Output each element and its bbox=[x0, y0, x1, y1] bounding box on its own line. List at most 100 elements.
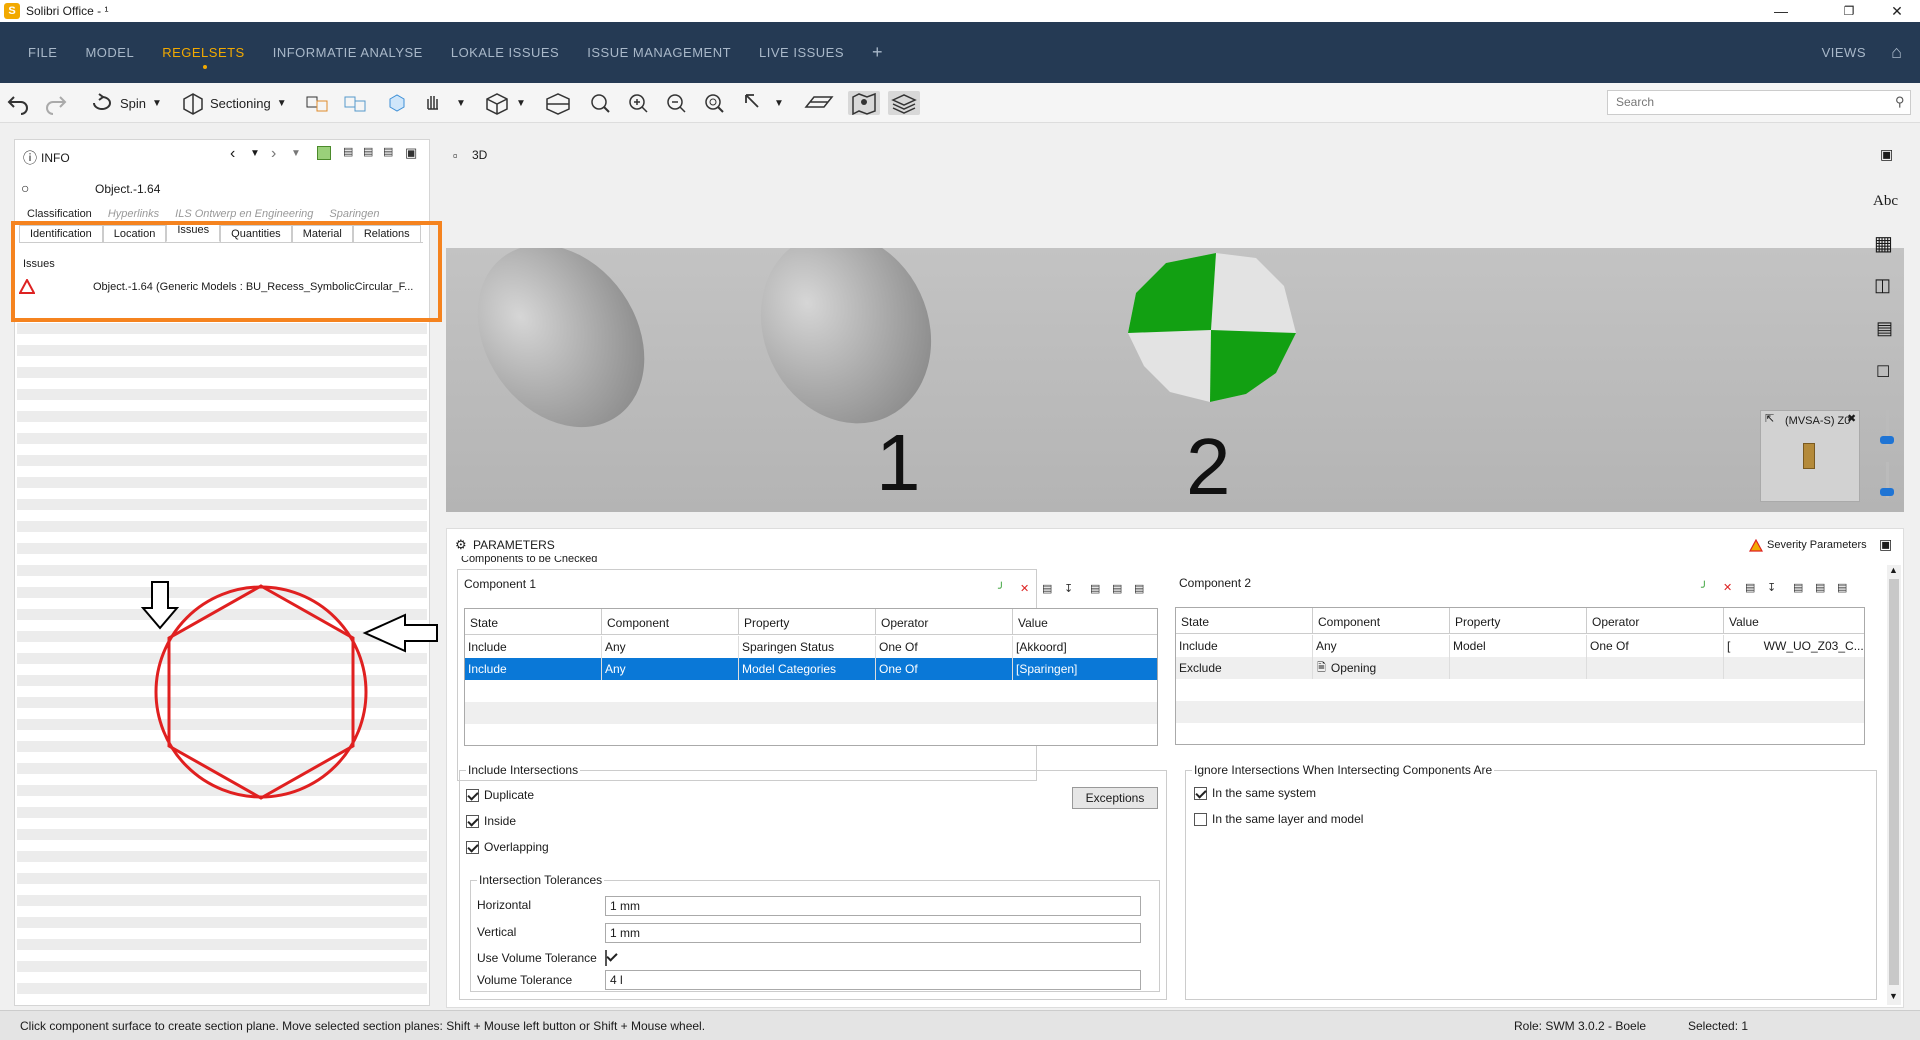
column-header[interactable]: Component bbox=[602, 609, 739, 634]
column-header[interactable]: State bbox=[1176, 608, 1313, 633]
scroll-up-icon[interactable]: ▲ bbox=[1889, 565, 1898, 575]
cube-button[interactable] bbox=[386, 91, 408, 115]
section-box-button[interactable] bbox=[544, 91, 572, 115]
remove-row-icon[interactable]: ✕ bbox=[1020, 582, 1029, 595]
column-header[interactable]: Value bbox=[1724, 608, 1864, 633]
lock-icon[interactable]: ☐ bbox=[1876, 362, 1890, 382]
use-volume-tolerance-checkbox[interactable] bbox=[605, 950, 607, 966]
download-icon[interactable]: ↧ bbox=[1767, 581, 1776, 594]
pointer-tool-dropdown[interactable]: ▼ bbox=[742, 91, 784, 115]
print-icon[interactable]: ▤ bbox=[383, 145, 393, 158]
search-icon[interactable]: ⚲ bbox=[1895, 94, 1905, 110]
table-row[interactable]: Include Any Model Categories One Of [Spa… bbox=[465, 658, 1157, 680]
box-view-dropdown[interactable]: ▼ bbox=[484, 91, 526, 115]
open-folder-icon[interactable]: ▤ bbox=[1042, 582, 1052, 595]
tab-ils-ontwerp[interactable]: ILS Ontwerp en Engineering bbox=[167, 208, 321, 222]
views-icon[interactable]: ⌂ bbox=[1891, 42, 1902, 63]
table-row[interactable]: Exclude 🗎 Opening bbox=[1176, 657, 1864, 679]
vertical-input[interactable]: 1 mm bbox=[605, 923, 1141, 943]
model-view-button[interactable] bbox=[304, 91, 332, 115]
floor-plan-button[interactable] bbox=[804, 91, 834, 115]
recess-ellipse-left[interactable] bbox=[446, 244, 679, 459]
minimap-expand-icon[interactable]: ⇱ bbox=[1765, 412, 1774, 425]
slider-handle[interactable] bbox=[1880, 488, 1894, 496]
remove-row-icon[interactable]: ✕ bbox=[1723, 581, 1732, 594]
severity-parameters-link[interactable]: Severity Parameters bbox=[1767, 539, 1867, 551]
column-header[interactable]: Property bbox=[1450, 608, 1587, 633]
parameters-scrollbar[interactable]: ▲ ▼ bbox=[1887, 565, 1901, 1005]
text-annotation-tool[interactable]: Abc bbox=[1873, 193, 1898, 210]
print-icon[interactable]: ▤ bbox=[1815, 581, 1825, 594]
selected-recess[interactable] bbox=[1128, 253, 1296, 402]
column-header[interactable]: Operator bbox=[1587, 608, 1724, 633]
menu-live-issues[interactable]: LIVE ISSUES bbox=[759, 45, 844, 60]
close-icon[interactable]: ✖ bbox=[1847, 412, 1856, 425]
menu-informatie-analyse[interactable]: INFORMATIE ANALYSE bbox=[273, 45, 423, 60]
export-icon[interactable]: ◫ bbox=[1874, 275, 1891, 296]
layers-button[interactable] bbox=[888, 91, 920, 115]
horizontal-input[interactable]: 1 mm bbox=[605, 896, 1141, 916]
download-icon[interactable]: ↧ bbox=[1064, 582, 1073, 595]
restore-button[interactable]: ❐ bbox=[1826, 0, 1872, 22]
tree-icon[interactable]: ▤ bbox=[343, 145, 353, 158]
recess-ellipse-middle[interactable] bbox=[730, 232, 961, 451]
tab-sparingen[interactable]: Sparingen bbox=[321, 208, 387, 222]
pdf-icon[interactable]: ▤ bbox=[1876, 318, 1893, 339]
zoom-out-button[interactable] bbox=[664, 91, 688, 115]
menu-regelsets[interactable]: REGELSETS bbox=[162, 45, 245, 69]
minimize-button[interactable]: — bbox=[1758, 0, 1804, 22]
chevron-down-icon[interactable]: ▼ bbox=[250, 148, 260, 159]
maximize-icon[interactable]: ▣ bbox=[405, 145, 417, 161]
volume-tolerance-input[interactable]: 4 l bbox=[605, 970, 1141, 990]
slider-handle[interactable] bbox=[1880, 436, 1894, 444]
zoom-selected-button[interactable] bbox=[702, 91, 726, 115]
search-input[interactable]: Search bbox=[1607, 90, 1911, 115]
zoom-fit-button[interactable] bbox=[588, 91, 612, 115]
grid-icon[interactable]: ▦ bbox=[1874, 231, 1893, 256]
open-folder-icon[interactable]: ▤ bbox=[1745, 581, 1755, 594]
copy-icon[interactable]: ▤ bbox=[363, 145, 373, 158]
maximize-icon[interactable]: ▣ bbox=[1879, 536, 1892, 553]
exceptions-button[interactable]: Exceptions bbox=[1072, 787, 1158, 809]
hand-tool-dropdown[interactable]: ▼ bbox=[422, 91, 466, 115]
copy-icon[interactable]: ▤ bbox=[1793, 581, 1803, 594]
close-button[interactable]: ✕ bbox=[1874, 0, 1920, 22]
menu-file[interactable]: FILE bbox=[28, 45, 57, 60]
add-row-icon[interactable]: ╯ bbox=[1701, 581, 1708, 594]
zoom-in-button[interactable] bbox=[626, 91, 650, 115]
export-icon[interactable]: ▤ bbox=[1837, 581, 1847, 594]
same-layer-checkbox[interactable]: In the same layer and model bbox=[1194, 812, 1363, 826]
scroll-thumb[interactable] bbox=[1889, 579, 1899, 985]
export-icon[interactable]: ▤ bbox=[1134, 582, 1144, 595]
tab-classification[interactable]: Classification bbox=[19, 208, 100, 222]
back-arrow-icon[interactable]: ‹ bbox=[230, 145, 235, 163]
menu-model[interactable]: MODEL bbox=[85, 45, 134, 60]
redo-button[interactable] bbox=[42, 91, 68, 115]
column-header[interactable]: Component bbox=[1313, 608, 1450, 633]
menu-lokale-issues[interactable]: LOKALE ISSUES bbox=[451, 45, 559, 60]
undo-button[interactable] bbox=[6, 91, 32, 115]
copy-icon[interactable]: ▤ bbox=[1090, 582, 1100, 595]
3d-viewport[interactable]: 1 2 ⇱ (MVSA-S) Z03 ✖ bbox=[446, 232, 1904, 512]
sync-selection-icon[interactable] bbox=[317, 146, 331, 160]
column-header[interactable]: Operator bbox=[876, 609, 1013, 634]
same-system-checkbox[interactable]: In the same system bbox=[1194, 786, 1316, 800]
chevron-down-icon[interactable]: ▼ bbox=[291, 148, 301, 159]
menu-issue-management[interactable]: ISSUE MANAGEMENT bbox=[587, 45, 731, 60]
radio-circle-icon[interactable]: ○ bbox=[21, 180, 29, 196]
maximize-icon[interactable]: ▣ bbox=[1880, 146, 1893, 163]
add-tab-button[interactable]: + bbox=[872, 42, 883, 63]
table-row[interactable]: Include Any Sparingen Status One Of [Akk… bbox=[465, 636, 1157, 658]
print-icon[interactable]: ▤ bbox=[1112, 582, 1122, 595]
column-header[interactable]: State bbox=[465, 609, 602, 634]
sectioning-dropdown[interactable]: Sectioning ▼ bbox=[180, 91, 287, 115]
add-row-icon[interactable]: ╯ bbox=[998, 582, 1005, 595]
overlapping-checkbox[interactable]: Overlapping bbox=[466, 840, 549, 854]
map-button[interactable] bbox=[848, 91, 880, 115]
column-header[interactable]: Property bbox=[739, 609, 876, 634]
inside-checkbox[interactable]: Inside bbox=[466, 814, 516, 828]
transparent-view-button[interactable] bbox=[342, 91, 370, 115]
forward-arrow-icon[interactable]: › bbox=[271, 145, 276, 163]
column-header[interactable]: Value bbox=[1013, 609, 1157, 634]
scroll-down-icon[interactable]: ▼ bbox=[1889, 991, 1898, 1001]
